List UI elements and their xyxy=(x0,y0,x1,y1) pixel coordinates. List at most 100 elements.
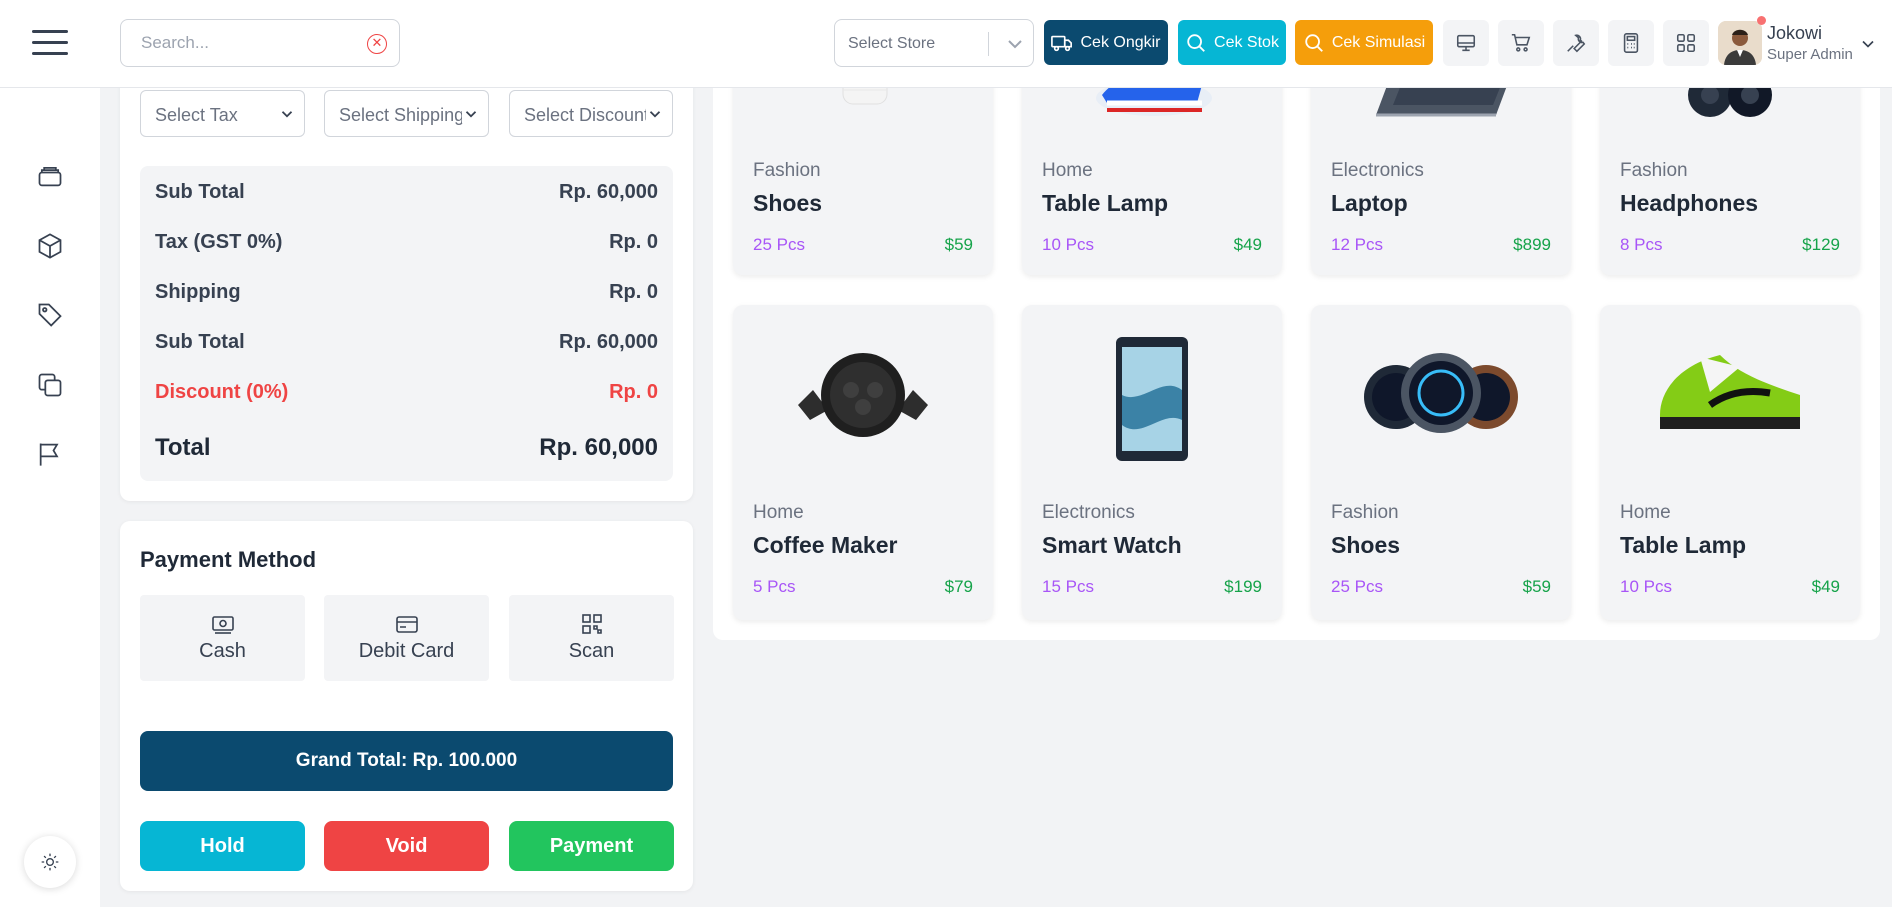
shipping-select[interactable]: Select Shipping xyxy=(324,90,489,137)
sun-icon xyxy=(41,853,59,871)
copy-icon[interactable] xyxy=(36,371,64,399)
sneaker-image xyxy=(1600,335,1860,455)
clear-search-icon[interactable]: ✕ xyxy=(367,34,387,54)
calculator-icon[interactable] xyxy=(1608,20,1654,66)
cart-icon[interactable] xyxy=(1498,20,1544,66)
subtotal-value: Rp. 60,000 xyxy=(559,181,658,203)
payment-method-title: Payment Method xyxy=(140,547,317,572)
truck-icon xyxy=(1051,35,1073,51)
product-qty: 25 Pcs xyxy=(1331,577,1383,596)
qr-code-icon xyxy=(582,614,602,634)
product-qty: 10 Pcs xyxy=(1620,577,1672,596)
chevron-down-icon xyxy=(1008,40,1022,49)
product-name: Shoes xyxy=(1331,532,1401,558)
void-button[interactable]: Void xyxy=(324,821,489,871)
search-box[interactable]: ✕ xyxy=(120,19,400,67)
payment-card: Payment Method Cash Debit Card Scan Gran… xyxy=(120,521,693,891)
user-name: Jokowi xyxy=(1767,23,1823,43)
product-price: $49 xyxy=(1811,577,1840,596)
store-select-value: Select Store xyxy=(848,35,936,52)
totals-box: Sub Total Rp. 60,000 Tax (GST 0%) Rp. 0 … xyxy=(140,166,673,481)
product-qty: 8 Pcs xyxy=(1620,235,1663,254)
cek-simulasi-button[interactable]: Cek Simulasi xyxy=(1295,20,1433,65)
product-card[interactable]: Home Coffee Maker 5 Pcs $79 xyxy=(733,305,993,620)
cek-simulasi-label: Cek Simulasi xyxy=(1331,33,1426,51)
product-qty: 15 Pcs xyxy=(1042,577,1094,596)
product-category: Home xyxy=(753,502,804,523)
box-icon[interactable] xyxy=(36,232,64,260)
stack-icon[interactable] xyxy=(36,162,64,190)
product-name: Coffee Maker xyxy=(753,532,898,558)
user-avatar[interactable] xyxy=(1718,21,1762,65)
product-category: Home xyxy=(1042,160,1093,181)
discount-select-value: Select Discount xyxy=(524,105,650,125)
grand-total-bar[interactable]: Grand Total: Rp. 100.000 xyxy=(140,731,673,791)
discount-select[interactable]: Select Discount xyxy=(509,90,673,137)
shipping-select-value: Select Shipping xyxy=(339,105,465,125)
debit-card-label: Debit Card xyxy=(358,640,455,662)
hamburger-menu-icon[interactable] xyxy=(32,30,68,56)
product-name: Table Lamp xyxy=(1042,190,1169,216)
tax-value: Rp. 0 xyxy=(609,231,658,253)
product-name: Headphones xyxy=(1620,190,1759,216)
products-panel: Fashion Shoes 25 Pcs $59 Home Table Lamp… xyxy=(713,50,1880,640)
total-label: Total xyxy=(155,434,211,461)
notification-dot xyxy=(1757,16,1766,25)
search-input[interactable] xyxy=(141,33,361,53)
product-card[interactable]: Home Table Lamp 10 Pcs $49 xyxy=(1600,305,1860,620)
discount-label: Discount (0%) xyxy=(155,381,289,403)
tax-label: Tax (GST 0%) xyxy=(155,231,283,253)
monitor-icon[interactable] xyxy=(1443,20,1489,66)
product-name: Shoes xyxy=(753,190,823,216)
subtotal-label-2: Sub Total xyxy=(155,331,245,353)
tools-icon[interactable] xyxy=(1553,20,1599,66)
hold-button[interactable]: Hold xyxy=(140,821,305,871)
scan-label: Scan xyxy=(568,640,615,662)
tag-icon[interactable] xyxy=(36,301,64,329)
credit-card-icon xyxy=(396,616,418,633)
product-price: $899 xyxy=(1513,235,1551,254)
product-category: Fashion xyxy=(1331,502,1399,523)
grid-apps-icon[interactable] xyxy=(1663,20,1709,66)
product-category: Electronics xyxy=(1042,502,1135,523)
product-qty: 10 Pcs xyxy=(1042,235,1094,254)
cash-label: Cash xyxy=(199,640,246,662)
cash-option[interactable]: Cash xyxy=(140,595,305,681)
payment-button[interactable]: Payment xyxy=(509,821,674,871)
subtotal-value-2: Rp. 60,000 xyxy=(559,331,658,353)
store-select[interactable]: Select Store xyxy=(834,19,1034,67)
product-card[interactable]: Fashion Shoes 25 Pcs $59 xyxy=(1311,305,1571,620)
product-name: Table Lamp xyxy=(1620,532,1747,558)
subtotal-label: Sub Total xyxy=(155,181,245,203)
chevron-down-icon xyxy=(278,105,296,123)
product-price: $199 xyxy=(1224,577,1262,596)
shipping-label: Shipping xyxy=(155,281,241,303)
shipping-value: Rp. 0 xyxy=(609,281,658,303)
discount-value: Rp. 0 xyxy=(609,381,658,403)
theme-toggle-button[interactable] xyxy=(24,836,76,888)
search-icon xyxy=(1305,33,1323,52)
product-card[interactable]: Electronics Smart Watch 15 Pcs $199 xyxy=(1022,305,1282,620)
scan-option[interactable]: Scan xyxy=(509,595,674,681)
product-price: $129 xyxy=(1802,235,1840,254)
cek-ongkir-button[interactable]: Cek Ongkir xyxy=(1044,20,1168,65)
chevron-down-icon[interactable] xyxy=(1858,34,1878,54)
flag-icon[interactable] xyxy=(36,440,64,468)
product-price: $59 xyxy=(944,235,973,254)
product-category: Fashion xyxy=(1620,160,1688,181)
product-price: $79 xyxy=(944,577,973,596)
search-icon xyxy=(1187,33,1205,52)
tablet-image xyxy=(1022,335,1282,465)
watch-image xyxy=(733,335,993,455)
product-price: $59 xyxy=(1522,577,1551,596)
tax-select[interactable]: Select Tax xyxy=(140,90,305,137)
product-category: Electronics xyxy=(1331,160,1424,181)
debit-card-option[interactable]: Debit Card xyxy=(324,595,489,681)
product-name: Smart Watch xyxy=(1042,532,1182,558)
chevron-down-icon xyxy=(462,105,480,123)
store-select-divider xyxy=(988,32,989,56)
cek-stok-button[interactable]: Cek Stok xyxy=(1178,20,1286,65)
cash-icon xyxy=(212,616,234,634)
user-role: Super Admin xyxy=(1767,46,1853,63)
cek-ongkir-label: Cek Ongkir xyxy=(1080,33,1161,51)
